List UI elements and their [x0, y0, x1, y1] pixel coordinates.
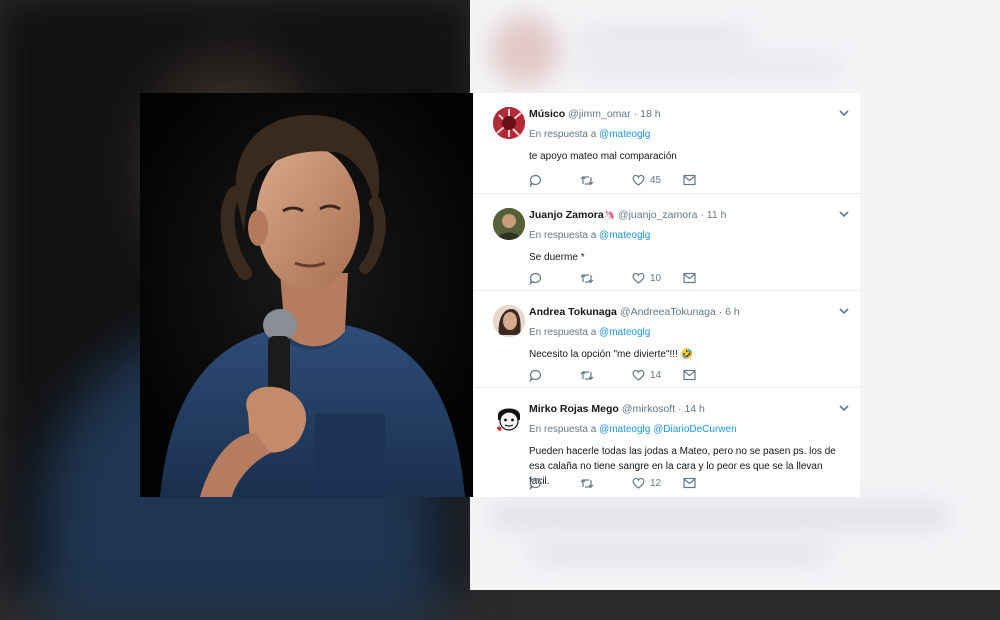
- tweet-actions: 12: [529, 475, 709, 491]
- name-emoji: 🦄: [603, 210, 615, 220]
- direct-message-button[interactable]: [683, 172, 696, 188]
- heart-icon: [632, 174, 645, 186]
- chevron-down-icon[interactable]: [838, 305, 850, 317]
- retweet-button[interactable]: [580, 270, 594, 286]
- avatar[interactable]: [493, 107, 525, 139]
- user-handle[interactable]: @mirkosoft: [622, 403, 675, 415]
- chevron-down-icon[interactable]: [838, 107, 850, 119]
- reply-icon: [529, 477, 541, 490]
- retweet-icon: [580, 478, 594, 488]
- direct-message-button[interactable]: [683, 475, 696, 491]
- heart-icon: [632, 477, 645, 489]
- retweet-icon: [580, 273, 594, 283]
- like-button[interactable]: 12: [632, 475, 661, 491]
- display-name[interactable]: Juanjo Zamora: [529, 209, 604, 221]
- envelope-icon: [683, 369, 696, 381]
- reply-context: En respuesta a @mateoglg: [529, 129, 650, 140]
- reply-prefix: En respuesta a: [529, 424, 597, 435]
- reply-context: En respuesta a @mateoglg: [529, 230, 650, 241]
- reply-context: En respuesta a @mateoglg: [529, 327, 650, 338]
- avatar[interactable]: [493, 402, 525, 434]
- reply-context: En respuesta a @mateoglg @DiarioDeCurwen: [529, 424, 737, 435]
- replies-panel: Músico @jimm_omar · 18 h En respuesta a @…: [474, 93, 860, 497]
- heart-icon: [632, 369, 645, 381]
- tweet-actions: 14: [529, 367, 709, 383]
- retweet-button[interactable]: [580, 172, 594, 188]
- reply-prefix: En respuesta a: [529, 230, 597, 241]
- reply-button[interactable]: [529, 475, 542, 491]
- timestamp[interactable]: · 11 h: [700, 209, 726, 221]
- mention-link[interactable]: @mateoglg: [599, 129, 650, 140]
- user-handle[interactable]: @juanjo_zamora: [618, 209, 698, 221]
- like-button[interactable]: 10: [632, 270, 661, 286]
- mention-link[interactable]: @mateoglg @DiarioDeCurwen: [599, 424, 737, 435]
- reply-prefix: En respuesta a: [529, 129, 597, 140]
- retweet-icon: [580, 175, 594, 185]
- chevron-down-icon[interactable]: [838, 402, 850, 414]
- avatar[interactable]: [493, 305, 525, 337]
- reply-button[interactable]: [529, 172, 542, 188]
- mention-link[interactable]: @mateoglg: [599, 327, 650, 338]
- timestamp[interactable]: · 6 h: [719, 306, 740, 318]
- tweet-text: Se duerme *: [529, 252, 585, 263]
- tweet-header: Músico @jimm_omar · 18 h: [529, 108, 661, 120]
- envelope-icon: [683, 272, 696, 284]
- tweet-actions: 10: [529, 270, 709, 286]
- retweet-icon: [580, 370, 594, 380]
- display-name[interactable]: Mirko Rojas Mego: [529, 403, 619, 415]
- reply-icon: [529, 369, 541, 382]
- avatar[interactable]: [493, 208, 525, 240]
- tweet-item[interactable]: Músico @jimm_omar · 18 h En respuesta a @…: [474, 93, 860, 194]
- like-button[interactable]: 45: [632, 172, 661, 188]
- tweet-text: te apoyo mateo mal comparación: [529, 151, 677, 162]
- direct-message-button[interactable]: [683, 367, 696, 383]
- display-name[interactable]: Músico: [529, 108, 565, 120]
- retweet-button[interactable]: [580, 475, 594, 491]
- like-button[interactable]: 14: [632, 367, 661, 383]
- tweet-item[interactable]: Juanjo Zamora🦄 @juanjo_zamora · 11 h En r…: [474, 194, 860, 291]
- user-handle[interactable]: @AndreeaTokunaga: [620, 306, 716, 318]
- direct-message-button[interactable]: [683, 270, 696, 286]
- tweet-header: Andrea Tokunaga @AndreeaTokunaga · 6 h: [529, 306, 740, 318]
- display-name[interactable]: Andrea Tokunaga: [529, 306, 617, 318]
- comedian-photo: [140, 93, 473, 497]
- reply-icon: [529, 174, 541, 187]
- tweet-text: Necesito la opción "me divierte"!!! 🤣: [529, 349, 694, 360]
- reply-icon: [529, 272, 541, 285]
- envelope-icon: [683, 477, 696, 489]
- like-count: 45: [650, 174, 662, 186]
- tweet-item[interactable]: Andrea Tokunaga @AndreeaTokunaga · 6 h En…: [474, 291, 860, 388]
- timestamp[interactable]: · 14 h: [678, 403, 705, 415]
- user-handle[interactable]: @jimm_omar: [568, 108, 631, 120]
- timestamp[interactable]: · 18 h: [634, 108, 661, 120]
- mention-link[interactable]: @mateoglg: [599, 230, 650, 241]
- like-count: 14: [650, 369, 662, 381]
- tweet-item[interactable]: Mirko Rojas Mego @mirkosoft · 14 h En res…: [474, 388, 860, 497]
- tweet-actions: 45: [529, 172, 709, 188]
- reply-prefix: En respuesta a: [529, 327, 597, 338]
- reply-button[interactable]: [529, 270, 542, 286]
- retweet-button[interactable]: [580, 367, 594, 383]
- envelope-icon: [683, 174, 696, 186]
- like-count: 10: [650, 272, 662, 284]
- heart-icon: [632, 272, 645, 284]
- tweet-header: Mirko Rojas Mego @mirkosoft · 14 h: [529, 403, 705, 415]
- reply-button[interactable]: [529, 367, 542, 383]
- like-count: 12: [650, 477, 662, 489]
- chevron-down-icon[interactable]: [838, 208, 850, 220]
- tweet-header: Juanjo Zamora🦄 @juanjo_zamora · 11 h: [529, 209, 726, 221]
